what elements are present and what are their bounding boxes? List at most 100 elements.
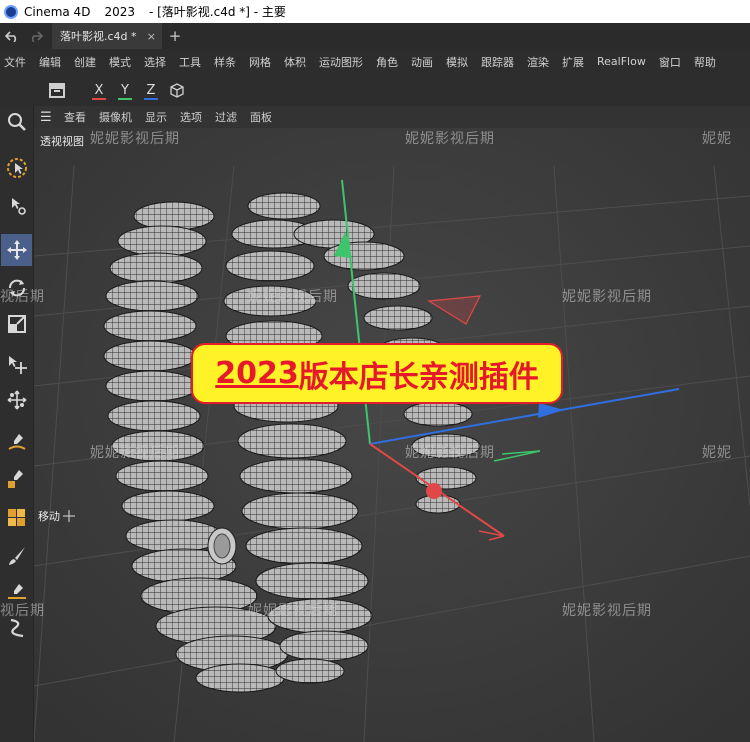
coordinate-system-icon [170,83,184,98]
z-axis-lock-button[interactable]: Z [138,78,164,102]
app-name: Cinema 4D [24,4,91,19]
menu-help[interactable]: 帮助 [694,54,716,70]
vp-menu-display[interactable]: 显示 [145,109,167,125]
viewport-menubar: ☰ 查看 摄像机 显示 选项 过滤 面板 [34,106,750,128]
menu-extensions[interactable]: 扩展 [562,54,584,70]
move-icon [6,240,27,260]
viewport-solo-icon [49,83,65,98]
z-axis-label: Z [146,82,156,98]
move-tool-label: 移动 [38,510,60,523]
menu-edit[interactable]: 编辑 [39,54,61,70]
menu-volume[interactable]: 体积 [284,54,306,70]
menu-mesh[interactable]: 网格 [249,54,271,70]
scale-tool[interactable] [1,308,32,340]
redo-icon[interactable] [24,23,48,49]
watermark: 妮妮 [702,131,732,147]
window-titlebar: Cinema 4D 2023 - [落叶影视.c4d *] - 主要 [0,0,750,23]
transform-tool[interactable] [1,190,32,222]
menu-mograph[interactable]: 运动图形 [319,54,363,70]
watermark: 妮妮影视后期 [562,603,652,619]
cinema4d-logo-icon [4,4,18,19]
watermark: 妮妮影视后期 [248,289,338,305]
move-cross-icon [63,510,75,522]
menu-select[interactable]: 选择 [144,54,166,70]
banner-text: 版本店长亲测插件 [298,359,539,395]
brush-icon [8,547,25,565]
app-version: 2023 [104,4,135,19]
menu-file[interactable]: 文件 [4,54,26,70]
banner-version: 2023 [215,356,299,391]
cubes-icon [7,509,25,526]
live-selection-icon [6,158,27,178]
menu-simulate[interactable]: 模拟 [446,54,468,70]
watermark: 视后期 [0,603,45,619]
watermark: 妮妮影视后期 [405,445,495,461]
menu-spline[interactable]: 样条 [214,54,236,70]
brush-tool[interactable] [1,540,32,572]
move-tool[interactable] [1,234,32,266]
watermark: 妮妮影视后期 [90,131,180,147]
point-pen-tool[interactable] [1,462,32,494]
vp-menu-filter[interactable]: 过滤 [215,109,237,125]
watermark: 妮妮影视后期 [90,445,180,461]
main-toolbar: X Y Z [0,74,750,106]
menu-character[interactable]: 角色 [376,54,398,70]
edge-paint-tool[interactable] [1,426,32,458]
new-tab-button[interactable]: + [162,23,188,49]
menu-realflow[interactable]: RealFlow [597,55,646,68]
x-axis-lock-button[interactable]: X [86,78,112,102]
x-axis-label: X [94,82,104,98]
coordinate-system-button[interactable] [164,78,190,102]
menu-mode[interactable]: 模式 [109,54,131,70]
watermark: 妮妮影视后期 [405,131,495,147]
pen-point-icon [7,470,23,488]
menu-tools[interactable]: 工具 [179,54,201,70]
polygon-pen-tool[interactable] [1,502,32,534]
viewport-solo-button[interactable] [44,78,70,102]
tube-end-cap [207,527,237,565]
close-tab-icon[interactable]: × [147,30,156,43]
vp-menu-panel[interactable]: 面板 [250,109,272,125]
spline-pen-icon [7,434,26,450]
watermark: 妮妮影视后期 [248,603,338,619]
watermark: 妮妮影视后期 [562,289,652,305]
vp-menu-view[interactable]: 查看 [64,109,86,125]
transform-icon [11,198,26,215]
menu-create[interactable]: 创建 [74,54,96,70]
gizmo-x-handle-icon[interactable] [426,483,442,499]
vp-menu-options[interactable]: 选项 [180,109,202,125]
live-selection-tool[interactable] [1,152,32,184]
move-along-normal-tool[interactable] [1,348,32,380]
x-axis-underline [92,98,106,100]
scale-icon [7,315,26,333]
active-tool-label: 移动 [38,508,75,524]
watermark: 妮妮 [702,445,732,461]
menu-window[interactable]: 窗口 [659,54,681,70]
promo-banner: 2023 版本店长亲测插件 [191,343,563,404]
watermark: 视后期 [0,289,45,305]
perspective-viewport[interactable]: ☰ 查看 摄像机 显示 选项 过滤 面板 透视视图 移动 [34,106,750,742]
y-axis-lock-button[interactable]: Y [112,78,138,102]
tab-document[interactable]: 落叶影视.c4d * × [52,23,162,49]
viewport-camera-label: 透视视图 [40,135,84,148]
y-axis-label: Y [121,82,129,98]
search-tool[interactable] [1,106,32,138]
menu-animate[interactable]: 动画 [411,54,433,70]
placement-tool[interactable] [1,384,32,416]
menu-tracker[interactable]: 跟踪器 [481,54,514,70]
y-axis-underline [118,98,132,100]
viewport-scene [34,106,750,742]
document-tabbar: 落叶影视.c4d * × + [0,23,750,49]
menu-render[interactable]: 渲染 [527,54,549,70]
tab-document-label: 落叶影视.c4d * [60,30,137,43]
main-menubar: 文件 编辑 创建 模式 选择 工具 样条 网格 体积 运动图形 角色 动画 模拟… [0,49,750,74]
vp-menu-camera[interactable]: 摄像机 [99,109,132,125]
hamburger-menu-icon[interactable]: ☰ [40,110,54,125]
move-normal-icon [8,356,27,374]
undo-icon[interactable] [0,23,24,49]
left-tool-palette [0,106,34,742]
placement-icon [7,390,26,410]
document-title: - [落叶影视.c4d *] - 主要 [148,5,286,19]
z-axis-underline [144,98,158,100]
search-icon [7,113,26,131]
